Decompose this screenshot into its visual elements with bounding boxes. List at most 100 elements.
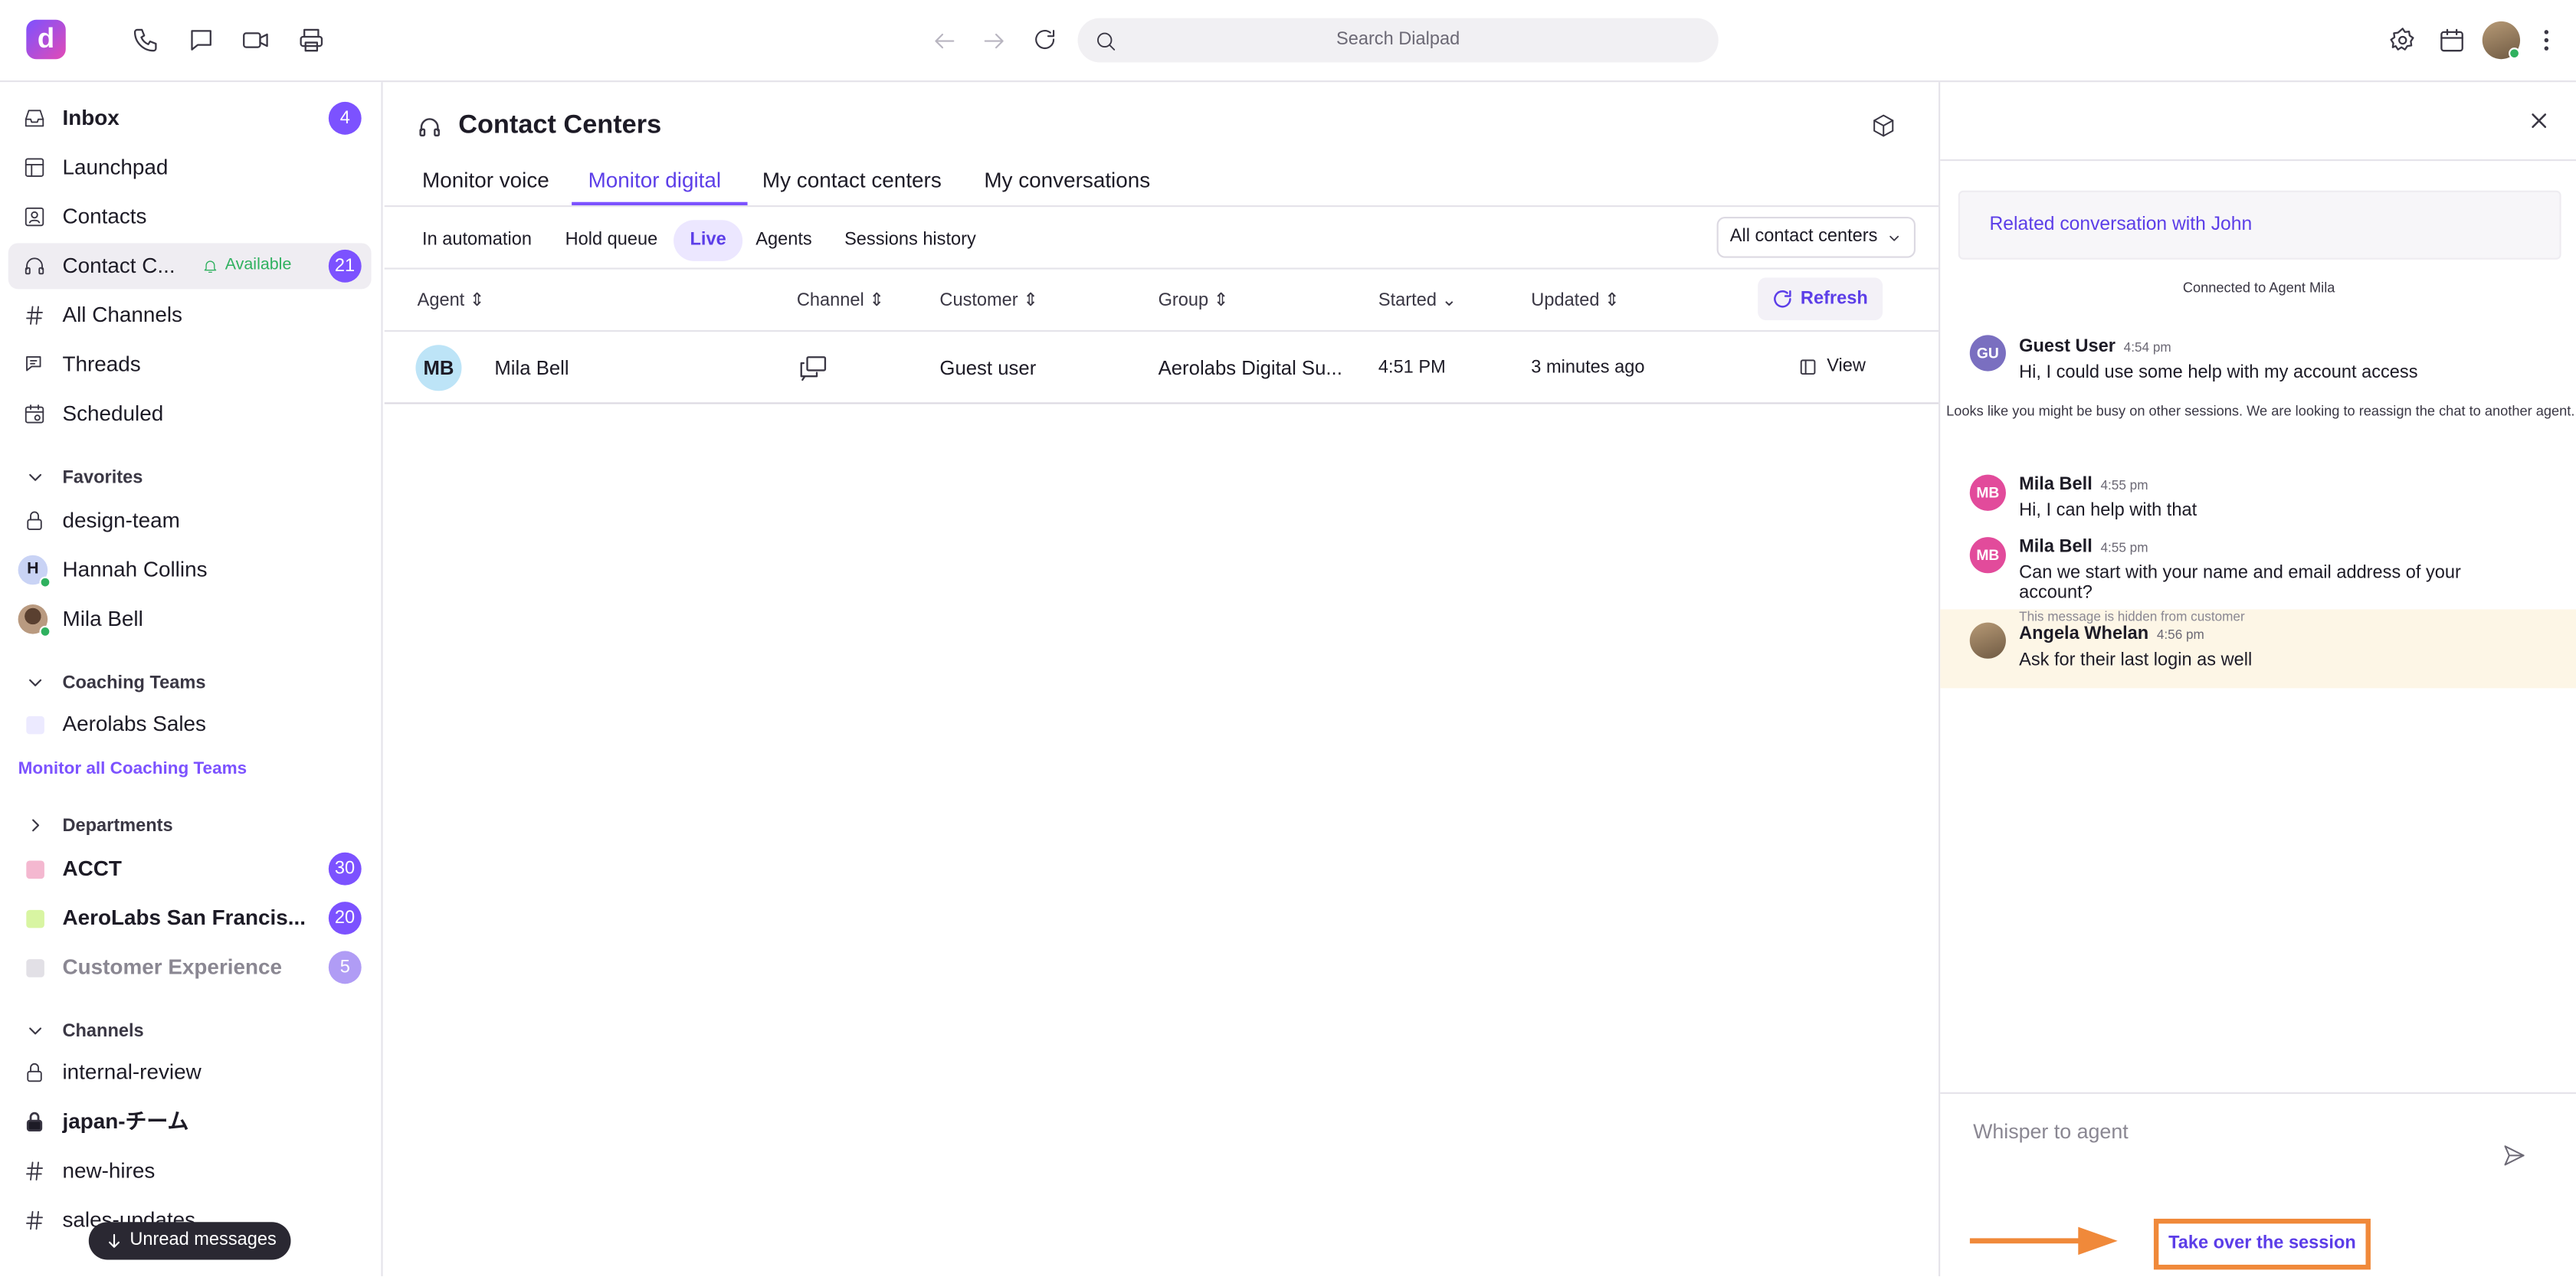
sidebar-item-launchpad[interactable]: Launchpad (8, 145, 372, 191)
sidebar-item-japan-team[interactable]: japan-チーム (8, 1099, 372, 1144)
whisper-input[interactable]: Whisper to agent (1973, 1120, 2499, 1143)
online-status-dot (39, 576, 51, 588)
message-sender: Angela Whelan 4:56 pm (2019, 624, 2204, 644)
sidebar-item-label: Launchpad (62, 154, 169, 179)
back-arrow-icon[interactable] (932, 28, 958, 54)
sidebar-item-label: Scheduled (62, 401, 164, 426)
sidebar-item-label: design-team (62, 507, 180, 532)
divider (1940, 1092, 2576, 1094)
subtab-in-automation[interactable]: In automation (406, 220, 549, 261)
divider (384, 267, 1939, 270)
phone-icon[interactable] (132, 26, 159, 54)
sidebar-item-all-channels[interactable]: All Channels (8, 293, 372, 339)
forward-arrow-icon[interactable] (981, 28, 1007, 54)
cube-icon[interactable] (1871, 113, 1896, 138)
sidebar-item-label: AeroLabs San Francis... (62, 905, 306, 930)
subtab-live[interactable]: Live (673, 220, 743, 261)
close-icon[interactable] (2528, 110, 2550, 132)
dialpad-logo[interactable]: d (26, 19, 66, 60)
related-conversation-label: Related conversation with John (1989, 214, 2253, 235)
availability-status[interactable]: Available (225, 243, 292, 289)
conversation-panel: Related conversation with John Connected… (1939, 82, 2576, 1276)
tab-my-contact-centers[interactable]: My contact centers (762, 168, 942, 192)
lock-icon (23, 509, 46, 532)
lock-filled-icon (23, 1110, 46, 1133)
settings-gear-icon[interactable] (2389, 26, 2417, 54)
sidebar-item-label: All Channels (62, 302, 182, 327)
column-header-agent[interactable]: Agent ⇕ (418, 289, 485, 311)
tab-my-conversations[interactable]: My conversations (984, 168, 1150, 192)
headset-icon (418, 115, 442, 139)
sidebar-item-internal-review[interactable]: internal-review (8, 1049, 372, 1095)
sidebar-item-contacts[interactable]: Contacts (8, 194, 372, 240)
view-button[interactable]: View (1799, 353, 1881, 383)
launchpad-icon (23, 156, 46, 179)
tab-monitor-digital[interactable]: Monitor digital (588, 168, 722, 192)
arrow-down-icon (105, 1232, 123, 1250)
page-title: Contact Centers (458, 111, 662, 140)
agent-name: Mila Bell (494, 356, 569, 380)
sidebar-item-scheduled[interactable]: Scheduled (8, 391, 372, 437)
sidebar-item-label: Inbox (62, 105, 120, 130)
digital-channel-icon (798, 355, 828, 381)
unread-count-badge: 4 (328, 101, 362, 135)
sidebar-item-design-team[interactable]: design-team (8, 498, 372, 544)
sidebar-item-new-hires[interactable]: new-hires (8, 1148, 372, 1194)
sidebar-item-aerolabs-sales[interactable]: Aerolabs Sales (8, 702, 372, 748)
message-icon[interactable] (187, 26, 215, 54)
sidebar-item-aerolabs-sf[interactable]: AeroLabs San Francis... 20 (8, 896, 372, 941)
subtab-hold-queue[interactable]: Hold queue (549, 220, 674, 261)
message-time: 4:55 pm (2100, 477, 2148, 493)
column-header-group[interactable]: Group ⇕ (1159, 289, 1229, 311)
message-time: 4:54 pm (2123, 339, 2171, 355)
related-conversation-link[interactable]: Related conversation with John (1958, 190, 2561, 260)
main-content: Contact Centers Monitor voice Monitor di… (384, 82, 1939, 1276)
refresh-icon[interactable] (1031, 26, 1057, 52)
printer-icon[interactable] (297, 26, 325, 54)
subtab-agents[interactable]: Agents (739, 220, 828, 261)
refresh-button[interactable]: Refresh (1758, 277, 1883, 321)
sidebar-item-contact-centers[interactable]: Contact C... Available 21 (8, 243, 372, 290)
section-title: Departments (62, 816, 173, 837)
search-bar[interactable]: Search Dialpad (1077, 18, 1719, 63)
sidebar-item-label: Threads (62, 351, 141, 376)
agent-avatar: MB (415, 345, 462, 391)
sidebar-item-label: Mila Bell (62, 606, 143, 631)
take-over-session-button[interactable]: Take over the session (2164, 1229, 2361, 1260)
monitor-coaching-teams-link[interactable]: Monitor all Coaching Teams (18, 759, 247, 779)
unread-count-badge: 20 (328, 902, 362, 935)
send-icon[interactable] (2502, 1143, 2526, 1167)
more-vertical-icon[interactable] (2536, 26, 2556, 54)
video-icon[interactable] (241, 26, 269, 54)
sidebar-item-label: ACCT (62, 856, 122, 881)
column-header-updated[interactable]: Updated ⇕ (1531, 289, 1620, 311)
section-title: Favorites (62, 468, 143, 488)
message-text: Hi, I can help with that (2019, 500, 2197, 521)
sidebar-item-inbox[interactable]: Inbox 4 (8, 95, 372, 141)
column-header-customer[interactable]: Customer ⇕ (939, 289, 1038, 311)
user-avatar[interactable] (2482, 21, 2521, 60)
sidebar-item-acct[interactable]: ACCT 30 (8, 846, 372, 892)
calendar-icon[interactable] (2438, 26, 2466, 54)
section-title: Coaching Teams (62, 673, 206, 693)
column-header-channel[interactable]: Channel ⇕ (797, 289, 884, 311)
sidebar-item-customer-experience[interactable]: Customer Experience 5 (8, 945, 372, 990)
tab-monitor-voice[interactable]: Monitor voice (422, 168, 549, 192)
top-bar: d Search Dialpad (0, 0, 2576, 83)
contact-center-filter-dropdown[interactable]: All contact centers (1716, 217, 1916, 258)
unread-messages-toast[interactable]: Unread messages (88, 1222, 291, 1260)
message-sender: Mila Bell 4:55 pm (2019, 474, 2148, 495)
sidebar-item-label: Contacts (62, 203, 147, 229)
column-header-started[interactable]: Started ⌄ (1378, 289, 1457, 311)
team-color-swatch (26, 715, 44, 735)
agent-avatar: MB (1969, 474, 2006, 511)
group-name: Aerolabs Digital Su... (1158, 356, 1342, 380)
contacts-icon (23, 205, 46, 228)
divider (384, 205, 1939, 208)
sidebar-item-mila-bell[interactable]: Mila Bell (8, 596, 372, 642)
subtab-sessions-history[interactable]: Sessions history (828, 220, 993, 261)
chevron-down-icon (26, 1022, 44, 1040)
sidebar-item-hannah-collins[interactable]: H Hannah Collins (8, 547, 372, 593)
sidebar-item-threads[interactable]: Threads (8, 342, 372, 388)
hash-icon (23, 1209, 46, 1232)
